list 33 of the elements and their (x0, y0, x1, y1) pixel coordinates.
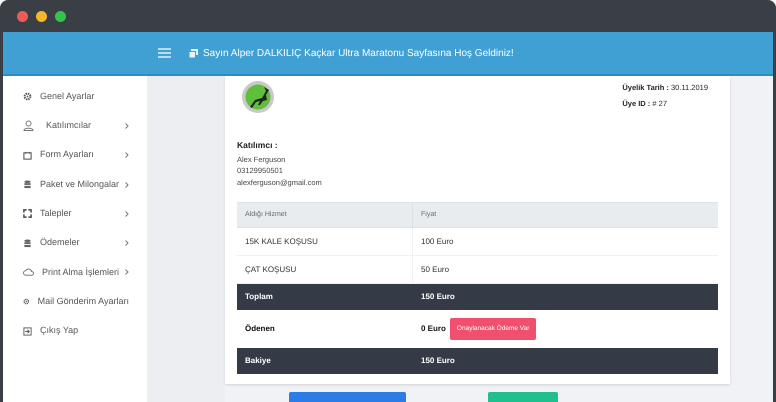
table-cell: 15K KALE KOŞUSU (237, 228, 413, 256)
gear-icon (23, 297, 30, 306)
gear-icon (23, 92, 32, 102)
sidebar-item[interactable]: Form Ayarları (40, 148, 94, 162)
database-icon (23, 180, 32, 190)
table-cell-text: 50 Euro (420, 264, 450, 276)
menu-icon[interactable] (158, 48, 171, 58)
expand-icon (23, 209, 32, 218)
table-cell-text: 150 Euro (420, 291, 455, 304)
sidebar-item[interactable]: Katılımcılar (46, 119, 92, 133)
table-cell-text: Ödenen (244, 323, 276, 336)
cloud-icon (23, 268, 34, 277)
sidebar-item[interactable]: Çıkış Yap (40, 324, 78, 338)
sidebar-item[interactable]: Print Alma İşlemleri (42, 266, 120, 280)
database-icon (23, 238, 32, 248)
sidebar-item[interactable]: Ödemeler (40, 236, 80, 250)
sidebar-item[interactable]: Genel Ayarlar (40, 90, 94, 104)
calendar-icon (23, 150, 32, 160)
logo-icon (241, 80, 275, 114)
logout-icon (23, 326, 32, 336)
welcome-text: Sayın Alper DALKILIÇ Kaçkar Ultra Maratonu Sayfasına Hoş Geldiniz! (203, 46, 514, 60)
sidebar-item[interactable]: Mail Gönderim Ayarları (38, 294, 129, 308)
window-icon (189, 48, 198, 58)
user-icon (23, 120, 34, 132)
sidebar-item[interactable]: Paket ve Milongalar (40, 178, 120, 192)
table-cell-text: 0 Euro (420, 323, 446, 336)
table-cell-text: 150 Euro (420, 355, 455, 368)
table-cell: ÇAT KOŞUSU (237, 256, 413, 284)
participant-heading: Katılımcı : (237, 139, 279, 152)
sidebar-item[interactable]: Talepler (40, 207, 72, 221)
table-cell-text: 100 Euro (420, 236, 454, 248)
table-cell-text: Bakiye (244, 355, 272, 368)
table-cell-text: Toplam (244, 291, 274, 304)
